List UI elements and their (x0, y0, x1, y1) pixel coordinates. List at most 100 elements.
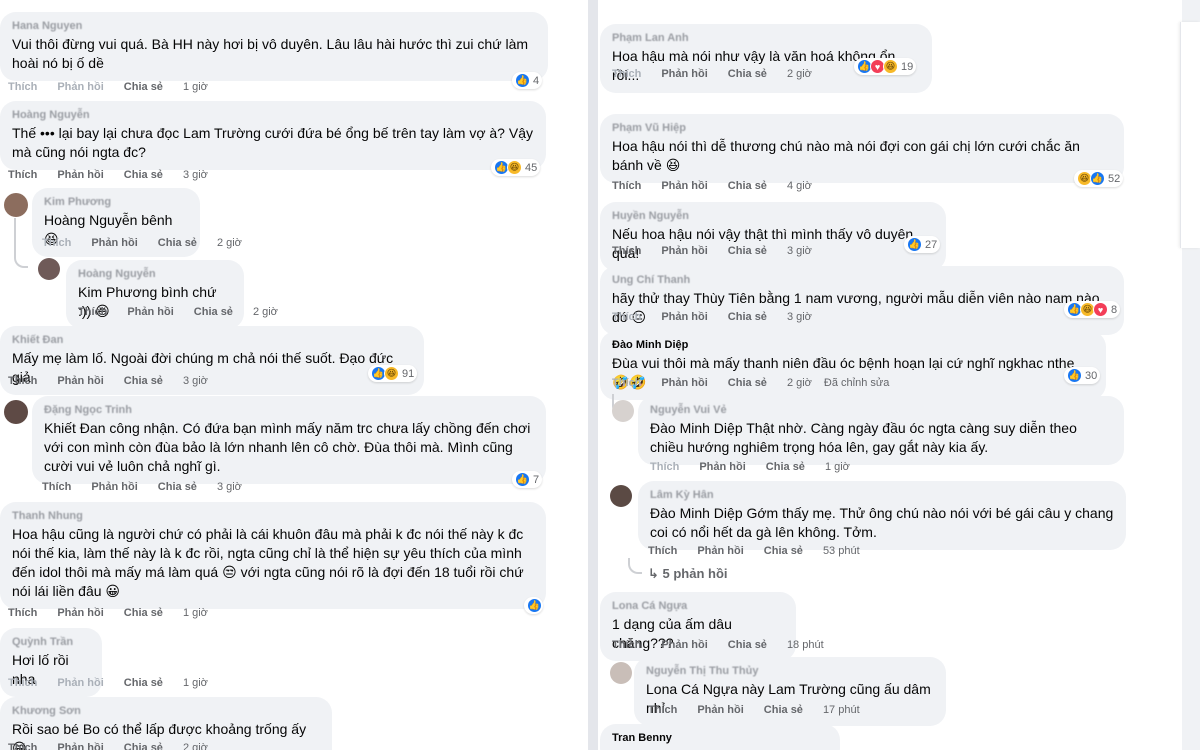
share-button[interactable]: Chia sẻ (728, 639, 767, 651)
comment-time[interactable]: 17 phút (823, 704, 860, 716)
share-button[interactable]: Chia sẻ (124, 81, 163, 93)
share-button[interactable]: Chia sẻ (728, 245, 767, 257)
like-button[interactable]: Thích (78, 306, 107, 318)
comment-author[interactable]: Phạm Vũ Hiệp (612, 121, 1112, 135)
avatar[interactable] (612, 400, 634, 422)
share-button[interactable]: Chia sẻ (124, 677, 163, 689)
comment-time[interactable]: 2 giờ (217, 237, 242, 249)
avatar[interactable] (610, 485, 632, 507)
comment-author[interactable]: Hoàng Nguyễn (78, 267, 232, 281)
reaction-summary[interactable]: 😆 👍 52 (1074, 170, 1124, 187)
share-button[interactable]: Chia sẻ (124, 169, 163, 181)
reaction-summary[interactable]: 👍 😆 ♥ 8 (1064, 301, 1121, 318)
reply-button[interactable]: Phản hồi (127, 306, 173, 318)
comment-author[interactable]: Khương Sơn (12, 704, 320, 718)
like-button[interactable]: Thích (612, 311, 641, 323)
share-button[interactable]: Chia sẻ (728, 180, 767, 192)
comment-author[interactable]: Thanh Nhung (12, 509, 534, 523)
like-button[interactable]: Thích (8, 169, 37, 181)
share-button[interactable]: Chia sẻ (158, 481, 197, 493)
share-button[interactable]: Chia sẻ (124, 742, 163, 750)
avatar[interactable] (610, 662, 632, 684)
reaction-summary[interactable]: 👍 ♥ 😆 19 (854, 58, 917, 75)
like-button[interactable]: Thích (42, 237, 71, 249)
comment-author[interactable]: Hana Nguyen (12, 19, 536, 33)
like-button[interactable]: Thích (650, 461, 679, 473)
comment-time[interactable]: 18 phút (787, 639, 824, 651)
reaction-summary[interactable]: 👍 4 (512, 72, 543, 89)
like-button[interactable]: Thích (8, 677, 37, 689)
comment-author[interactable]: Nguyễn Vui Vẻ (650, 403, 1112, 417)
comment-author[interactable]: Hoàng Nguyễn (12, 108, 534, 122)
comment-author[interactable]: Kim Phương (44, 195, 188, 209)
reaction-summary[interactable]: 👍 27 (904, 236, 941, 253)
share-button[interactable]: Chia sẻ (124, 607, 163, 619)
reaction-summary[interactable]: 👍 😆 45 (491, 159, 541, 176)
comment-author[interactable]: Lâm Kỳ Hân (650, 488, 1114, 502)
share-button[interactable]: Chia sẻ (158, 237, 197, 249)
like-button[interactable]: Thích (648, 545, 677, 557)
like-button[interactable]: Thích (42, 481, 71, 493)
comment-time[interactable]: 1 giờ (183, 677, 208, 689)
reaction-summary[interactable]: 👍 😆 91 (368, 365, 418, 382)
reaction-summary[interactable]: 👍 (524, 597, 543, 614)
reply-button[interactable]: Phản hồi (91, 237, 137, 249)
like-button[interactable]: Thích (612, 245, 641, 257)
comment-time[interactable]: 2 giờ (253, 306, 278, 318)
comment-time[interactable]: 2 giờ (183, 742, 208, 750)
comment-author[interactable]: Nguyễn Thị Thu Thủy (646, 664, 934, 678)
share-button[interactable]: Chia sẻ (124, 375, 163, 387)
view-more-replies[interactable]: ↳ 5 phản hồi (648, 566, 728, 582)
share-button[interactable]: Chia sẻ (194, 306, 233, 318)
reply-button[interactable]: Phản hồi (57, 742, 103, 750)
comment-time[interactable]: 3 giờ (787, 245, 812, 257)
comment-author[interactable]: Phạm Lan Anh (612, 31, 920, 45)
like-button[interactable]: Thích (612, 377, 641, 389)
comment-author[interactable]: Lona Cá Ngựa (612, 599, 784, 613)
comment-time[interactable]: 1 giờ (183, 81, 208, 93)
avatar[interactable] (4, 193, 28, 217)
comment-author[interactable]: Khiết Đan (12, 333, 412, 347)
avatar[interactable] (38, 258, 60, 280)
comment-time[interactable]: 2 giờ (787, 377, 812, 389)
reaction-summary[interactable]: 👍 30 (1064, 367, 1101, 384)
comment-author[interactable]: Ung Chí Thanh (612, 273, 1112, 287)
comment-time[interactable]: 53 phút (823, 545, 860, 557)
reply-button[interactable]: Phản hồi (57, 677, 103, 689)
reply-button[interactable]: Phản hồi (661, 639, 707, 651)
comment-author[interactable]: Quỳnh Trần (12, 635, 90, 649)
edited-label[interactable]: Đã chỉnh sửa (824, 377, 889, 389)
comment-time[interactable]: 4 giờ (787, 180, 812, 192)
reply-button[interactable]: Phản hồi (57, 375, 103, 387)
comment-time[interactable]: 3 giờ (217, 481, 242, 493)
like-button[interactable]: Thích (8, 375, 37, 387)
reply-button[interactable]: Phản hồi (57, 607, 103, 619)
comment-author[interactable]: Tran Benny (612, 731, 828, 745)
share-button[interactable]: Chia sẻ (728, 68, 767, 80)
comment-time[interactable]: 1 giờ (825, 461, 850, 473)
comment-author[interactable]: Đào Minh Diệp (612, 338, 1094, 352)
like-button[interactable]: Thích (8, 81, 37, 93)
like-button[interactable]: Thích (612, 68, 641, 80)
reply-button[interactable]: Phản hồi (697, 704, 743, 716)
share-button[interactable]: Chia sẻ (766, 461, 805, 473)
comment-time[interactable]: 3 giờ (183, 169, 208, 181)
reply-button[interactable]: Phản hồi (661, 180, 707, 192)
avatar[interactable] (4, 400, 28, 424)
reply-button[interactable]: Phản hồi (57, 81, 103, 93)
reply-button[interactable]: Phản hồi (91, 481, 137, 493)
share-button[interactable]: Chia sẻ (728, 311, 767, 323)
reply-button[interactable]: Phản hồi (661, 68, 707, 80)
comment-time[interactable]: 2 giờ (787, 68, 812, 80)
reply-button[interactable]: Phản hồi (697, 545, 743, 557)
reply-button[interactable]: Phản hồi (661, 245, 707, 257)
share-button[interactable]: Chia sẻ (728, 377, 767, 389)
like-button[interactable]: Thích (8, 607, 37, 619)
reaction-summary[interactable]: 👍 7 (512, 471, 543, 488)
comment-time[interactable]: 3 giờ (183, 375, 208, 387)
like-button[interactable]: Thích (612, 180, 641, 192)
comment-author[interactable]: Huyền Nguyễn (612, 209, 934, 223)
like-button[interactable]: Thích (648, 704, 677, 716)
share-button[interactable]: Chia sẻ (764, 704, 803, 716)
like-button[interactable]: Thích (612, 639, 641, 651)
